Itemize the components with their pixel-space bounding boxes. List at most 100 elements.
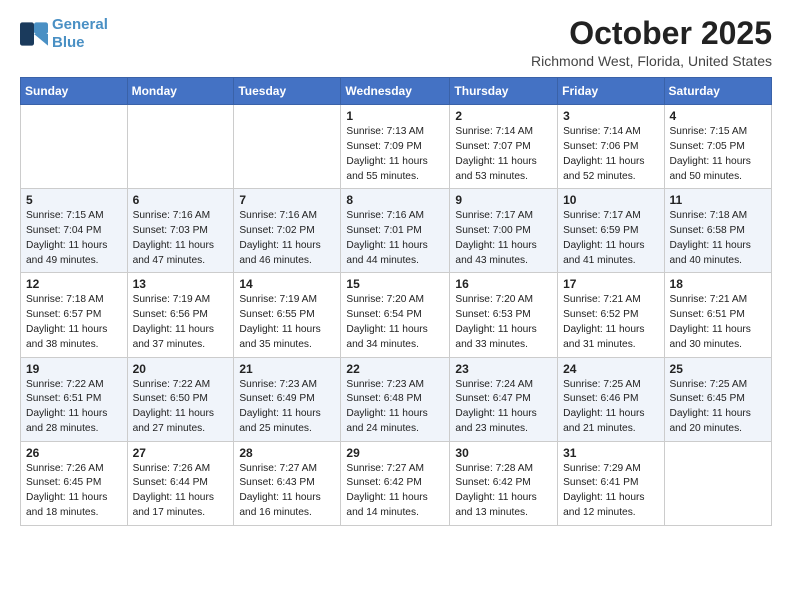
day-info: Sunrise: 7:26 AMSunset: 6:45 PMDaylight:… bbox=[26, 462, 122, 521]
day-number: 27 bbox=[133, 446, 229, 460]
calendar-cell: 5 Sunrise: 7:15 AMSunset: 7:04 PMDaylight… bbox=[21, 189, 128, 273]
day-number: 31 bbox=[563, 446, 658, 460]
weekday-header-thursday: Thursday bbox=[450, 78, 558, 105]
logo-line1: General bbox=[52, 16, 108, 33]
weekday-header-monday: Monday bbox=[127, 78, 234, 105]
day-number: 20 bbox=[133, 362, 229, 376]
day-number: 24 bbox=[563, 362, 658, 376]
day-number: 17 bbox=[563, 277, 658, 291]
day-info: Sunrise: 7:20 AMSunset: 6:54 PMDaylight:… bbox=[346, 293, 444, 352]
day-info: Sunrise: 7:18 AMSunset: 6:57 PMDaylight:… bbox=[26, 293, 122, 352]
day-info: Sunrise: 7:16 AMSunset: 7:01 PMDaylight:… bbox=[346, 209, 444, 268]
calendar-cell: 25 Sunrise: 7:25 AMSunset: 6:45 PMDayligh… bbox=[664, 357, 771, 441]
logo-text: General Blue bbox=[52, 16, 108, 52]
day-number: 7 bbox=[239, 193, 335, 207]
day-number: 14 bbox=[239, 277, 335, 291]
day-info: Sunrise: 7:19 AMSunset: 6:55 PMDaylight:… bbox=[239, 293, 335, 352]
calendar-cell: 30Sunrise: 7:28 AMSunset: 6:42 PMDayligh… bbox=[450, 441, 558, 525]
weekday-header-sunday: Sunday bbox=[21, 78, 128, 105]
day-info: Sunrise: 7:15 AMSunset: 7:04 PMDaylight:… bbox=[26, 209, 122, 268]
day-number: 16 bbox=[455, 277, 552, 291]
day-info: Sunrise: 7:13 AMSunset: 7:09 PMDaylight:… bbox=[346, 125, 444, 184]
day-info: Sunrise: 7:21 AMSunset: 6:51 PMDaylight:… bbox=[670, 293, 766, 352]
calendar-cell: 15 Sunrise: 7:20 AMSunset: 6:54 PMDayligh… bbox=[341, 273, 450, 357]
day-number: 6 bbox=[133, 193, 229, 207]
day-number: 22 bbox=[346, 362, 444, 376]
day-info: Sunrise: 7:14 AMSunset: 7:06 PMDaylight:… bbox=[563, 125, 658, 184]
page-container: General Blue October 2025 Richmond West,… bbox=[0, 0, 792, 536]
weekday-header-tuesday: Tuesday bbox=[234, 78, 341, 105]
calendar-cell: 13Sunrise: 7:19 AMSunset: 6:56 PMDayligh… bbox=[127, 273, 234, 357]
day-number: 8 bbox=[346, 193, 444, 207]
calendar-cell bbox=[664, 441, 771, 525]
header: General Blue October 2025 Richmond West,… bbox=[20, 16, 772, 69]
day-info: Sunrise: 7:16 AMSunset: 7:02 PMDaylight:… bbox=[239, 209, 335, 268]
day-number: 9 bbox=[455, 193, 552, 207]
calendar-cell: 14 Sunrise: 7:19 AMSunset: 6:55 PMDayligh… bbox=[234, 273, 341, 357]
day-number: 1 bbox=[346, 109, 444, 123]
day-number: 15 bbox=[346, 277, 444, 291]
calendar-cell: 18Sunrise: 7:21 AMSunset: 6:51 PMDayligh… bbox=[664, 273, 771, 357]
calendar-cell: 19 Sunrise: 7:22 AMSunset: 6:51 PMDayligh… bbox=[21, 357, 128, 441]
calendar-cell: 2 Sunrise: 7:14 AMSunset: 7:07 PMDaylight… bbox=[450, 105, 558, 189]
day-info: Sunrise: 7:22 AMSunset: 6:50 PMDaylight:… bbox=[133, 378, 229, 437]
day-number: 10 bbox=[563, 193, 658, 207]
month-title: October 2025 bbox=[531, 16, 772, 51]
calendar-cell: 3 Sunrise: 7:14 AMSunset: 7:06 PMDaylight… bbox=[558, 105, 664, 189]
day-info: Sunrise: 7:27 AMSunset: 6:42 PMDaylight:… bbox=[346, 462, 444, 521]
day-info: Sunrise: 7:20 AMSunset: 6:53 PMDaylight:… bbox=[455, 293, 552, 352]
weekday-header-wednesday: Wednesday bbox=[341, 78, 450, 105]
day-number: 13 bbox=[133, 277, 229, 291]
day-info: Sunrise: 7:23 AMSunset: 6:48 PMDaylight:… bbox=[346, 378, 444, 437]
day-info: Sunrise: 7:21 AMSunset: 6:52 PMDaylight:… bbox=[563, 293, 658, 352]
calendar-cell: 4 Sunrise: 7:15 AMSunset: 7:05 PMDaylight… bbox=[664, 105, 771, 189]
day-number: 12 bbox=[26, 277, 122, 291]
day-number: 5 bbox=[26, 193, 122, 207]
calendar-cell: 10 Sunrise: 7:17 AMSunset: 6:59 PMDayligh… bbox=[558, 189, 664, 273]
day-info: Sunrise: 7:23 AMSunset: 6:49 PMDaylight:… bbox=[239, 378, 335, 437]
calendar-cell: 26 Sunrise: 7:26 AMSunset: 6:45 PMDayligh… bbox=[21, 441, 128, 525]
day-number: 2 bbox=[455, 109, 552, 123]
weekday-header-row: SundayMondayTuesdayWednesdayThursdayFrid… bbox=[21, 78, 772, 105]
calendar-cell bbox=[234, 105, 341, 189]
day-info: Sunrise: 7:16 AMSunset: 7:03 PMDaylight:… bbox=[133, 209, 229, 268]
calendar-cell: 28Sunrise: 7:27 AMSunset: 6:43 PMDayligh… bbox=[234, 441, 341, 525]
logo-line2: Blue bbox=[52, 34, 85, 51]
calendar-cell: 24 Sunrise: 7:25 AMSunset: 6:46 PMDayligh… bbox=[558, 357, 664, 441]
day-info: Sunrise: 7:17 AMSunset: 6:59 PMDaylight:… bbox=[563, 209, 658, 268]
calendar-cell: 17 Sunrise: 7:21 AMSunset: 6:52 PMDayligh… bbox=[558, 273, 664, 357]
weekday-header-saturday: Saturday bbox=[664, 78, 771, 105]
day-number: 28 bbox=[239, 446, 335, 460]
day-number: 26 bbox=[26, 446, 122, 460]
day-info: Sunrise: 7:22 AMSunset: 6:51 PMDaylight:… bbox=[26, 378, 122, 437]
day-number: 21 bbox=[239, 362, 335, 376]
day-info: Sunrise: 7:15 AMSunset: 7:05 PMDaylight:… bbox=[670, 125, 766, 184]
calendar-table: SundayMondayTuesdayWednesdayThursdayFrid… bbox=[20, 77, 772, 526]
day-info: Sunrise: 7:28 AMSunset: 6:42 PMDaylight:… bbox=[455, 462, 552, 521]
logo-icon bbox=[20, 22, 48, 46]
day-number: 3 bbox=[563, 109, 658, 123]
calendar-cell: 7 Sunrise: 7:16 AMSunset: 7:02 PMDaylight… bbox=[234, 189, 341, 273]
weekday-header-friday: Friday bbox=[558, 78, 664, 105]
day-info: Sunrise: 7:24 AMSunset: 6:47 PMDaylight:… bbox=[455, 378, 552, 437]
week-row-0: 1 Sunrise: 7:13 AMSunset: 7:09 PMDaylight… bbox=[21, 105, 772, 189]
day-info: Sunrise: 7:18 AMSunset: 6:58 PMDaylight:… bbox=[670, 209, 766, 268]
calendar-cell: 27 Sunrise: 7:26 AMSunset: 6:44 PMDayligh… bbox=[127, 441, 234, 525]
week-row-1: 5 Sunrise: 7:15 AMSunset: 7:04 PMDaylight… bbox=[21, 189, 772, 273]
logo: General Blue bbox=[20, 16, 108, 52]
week-row-2: 12 Sunrise: 7:18 AMSunset: 6:57 PMDayligh… bbox=[21, 273, 772, 357]
location: Richmond West, Florida, United States bbox=[531, 53, 772, 69]
day-info: Sunrise: 7:25 AMSunset: 6:45 PMDaylight:… bbox=[670, 378, 766, 437]
day-number: 25 bbox=[670, 362, 766, 376]
day-info: Sunrise: 7:14 AMSunset: 7:07 PMDaylight:… bbox=[455, 125, 552, 184]
day-number: 4 bbox=[670, 109, 766, 123]
day-number: 11 bbox=[670, 193, 766, 207]
day-info: Sunrise: 7:26 AMSunset: 6:44 PMDaylight:… bbox=[133, 462, 229, 521]
calendar-cell: 29Sunrise: 7:27 AMSunset: 6:42 PMDayligh… bbox=[341, 441, 450, 525]
day-number: 19 bbox=[26, 362, 122, 376]
day-info: Sunrise: 7:25 AMSunset: 6:46 PMDaylight:… bbox=[563, 378, 658, 437]
calendar-cell: 9Sunrise: 7:17 AMSunset: 7:00 PMDaylight… bbox=[450, 189, 558, 273]
calendar-cell: 21 Sunrise: 7:23 AMSunset: 6:49 PMDayligh… bbox=[234, 357, 341, 441]
calendar-cell bbox=[21, 105, 128, 189]
calendar-cell: 1 Sunrise: 7:13 AMSunset: 7:09 PMDaylight… bbox=[341, 105, 450, 189]
